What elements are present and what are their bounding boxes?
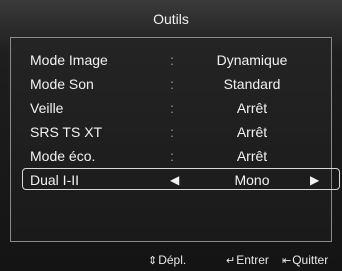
menu-item-separator: : (170, 124, 174, 140)
left-arrow-icon[interactable]: ◀ (170, 168, 179, 192)
menu-item-value: Mono (234, 172, 270, 188)
hint-enter-label: Entrer (236, 253, 269, 267)
menu-item-label: SRS TS XT (30, 124, 103, 140)
menu-item-veille[interactable]: Veille : Arrêt (10, 96, 330, 120)
menu-item-value: Standard (223, 76, 281, 92)
hint-exit: ⇤Quitter (282, 250, 328, 271)
menu-item-label: Veille (30, 100, 64, 116)
menu-item-srs-ts-xt[interactable]: SRS TS XT : Arrêt (10, 120, 330, 144)
footer-hints: ⇕Dépl. ↵Entrer ⇤Quitter (0, 250, 342, 270)
hint-enter: ↵Entrer (226, 250, 269, 271)
menu-item-value: Arrêt (236, 148, 268, 164)
right-arrow-icon[interactable]: ▶ (310, 168, 319, 192)
osd-tools-menu: Outils Mode Image : Dynamique Mode Son :… (0, 0, 342, 271)
menu-item-mode-image[interactable]: Mode Image : Dynamique (10, 48, 330, 72)
menu-item-mode-eco[interactable]: Mode éco. : Arrêt (10, 144, 330, 168)
menu-item-label: Mode Son (30, 76, 94, 92)
up-down-arrow-icon: ⇕ (148, 255, 158, 267)
menu-item-separator: : (170, 100, 174, 116)
menu-title: Outils (153, 11, 189, 27)
menu-item-separator: : (170, 52, 174, 68)
enter-icon: ↵ (226, 255, 236, 267)
menu-item-label: Dual I-II (30, 172, 80, 188)
hint-move-label: Dépl. (158, 253, 187, 267)
hint-move: ⇕Dépl. (148, 250, 186, 271)
exit-icon: ⇤ (282, 255, 292, 267)
menu-item-separator: : (170, 148, 174, 164)
menu-item-label: Mode Image (30, 52, 108, 68)
menu-item-value: Arrêt (236, 124, 268, 140)
hint-exit-label: Quitter (292, 253, 329, 267)
menu-item-separator: : (170, 76, 174, 92)
menu-item-label: Mode éco. (30, 148, 96, 164)
menu-item-value: Dynamique (216, 52, 288, 68)
menu-item-dual-i-ii[interactable]: Dual I-II ◀ Mono ▶ (10, 168, 340, 192)
menu-item-mode-son[interactable]: Mode Son : Standard (10, 72, 330, 96)
menu-item-value: Arrêt (236, 100, 268, 116)
